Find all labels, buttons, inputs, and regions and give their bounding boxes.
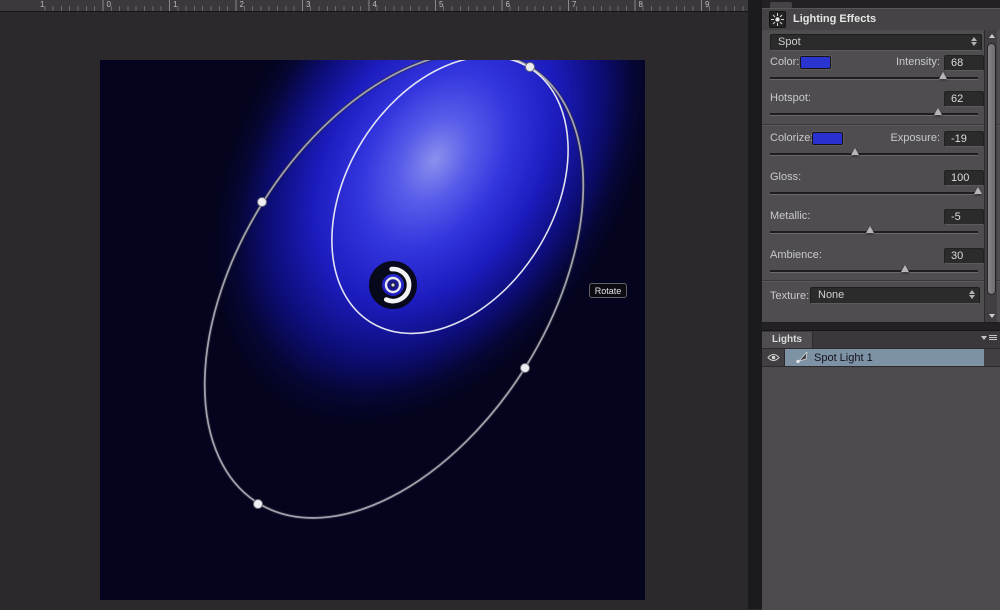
intensity-value[interactable]: 68	[944, 55, 984, 71]
metallic-slider-thumb[interactable]	[866, 226, 874, 233]
light-item-label: Spot Light 1	[814, 352, 873, 364]
metallic-value[interactable]: -5	[944, 209, 984, 225]
ruler-number: 3	[306, 0, 310, 9]
ruler-number: 9	[705, 0, 709, 9]
panel-title: Lighting Effects	[793, 13, 876, 25]
tab-lights[interactable]: Lights	[762, 332, 813, 348]
colorize-swatch[interactable]	[812, 132, 843, 145]
intensity-label: Intensity:	[896, 56, 940, 69]
ruler-number: 0	[107, 0, 111, 9]
lighting-effects-icon	[769, 11, 786, 28]
gloss-value[interactable]: 100	[944, 170, 984, 186]
panel-body: Spot Color: Intensity: 68 Hotspot: 62 Co…	[762, 30, 1000, 323]
light-list-row[interactable]: Spot Light 1	[762, 349, 1000, 367]
intensity-slider[interactable]	[770, 71, 978, 81]
light-type-value: Spot	[778, 36, 801, 48]
horizontal-ruler[interactable]: 1 0 1 2 3 4 5 6 7 8 9	[0, 0, 748, 12]
visibility-toggle[interactable]	[762, 349, 785, 367]
hotspot-slider-track[interactable]	[770, 113, 978, 116]
exposure-slider-track[interactable]	[770, 153, 978, 156]
panel-menu-button[interactable]	[981, 335, 997, 340]
gloss-label: Gloss:	[770, 171, 801, 184]
hotspot-slider-thumb[interactable]	[934, 108, 942, 115]
select-arrows-icon	[971, 37, 977, 46]
ruler-number: 4	[373, 0, 377, 9]
ruler-number: 5	[439, 0, 443, 9]
ellipse-handle-top[interactable]	[526, 63, 535, 72]
texture-label: Texture:	[770, 290, 809, 303]
exposure-value[interactable]: -19	[944, 131, 984, 147]
menu-lines-icon	[989, 335, 997, 340]
color-label: Color:	[770, 56, 799, 69]
panel-scrollbar[interactable]	[984, 30, 997, 322]
arrow-up-icon	[989, 34, 995, 38]
spot-light-icon	[795, 352, 808, 364]
intensity-slider-thumb[interactable]	[939, 72, 947, 79]
light-preview	[100, 60, 645, 600]
light-center-control[interactable]	[376, 268, 411, 303]
metallic-label: Metallic:	[770, 210, 810, 223]
gloss-slider-thumb[interactable]	[974, 187, 982, 194]
ambience-slider[interactable]	[770, 264, 978, 274]
ellipse-handle-left[interactable]	[258, 198, 267, 207]
panel-dock-divider	[748, 0, 762, 609]
scroll-down-button[interactable]	[985, 310, 998, 322]
gloss-slider[interactable]	[770, 186, 978, 196]
ambience-label: Ambience:	[770, 249, 822, 262]
lights-panel: Lights Spot Light 1	[762, 330, 1000, 610]
ambience-value[interactable]: 30	[944, 248, 984, 264]
hotspot-value[interactable]: 62	[944, 91, 984, 107]
ellipse-handle-right[interactable]	[521, 364, 530, 373]
scrollbar-thumb[interactable]	[987, 43, 996, 295]
ruler-number: 2	[240, 0, 244, 9]
ruler-number: 1	[173, 0, 177, 9]
eye-icon	[767, 353, 780, 362]
texture-select[interactable]: None	[810, 287, 980, 304]
texture-value: None	[818, 289, 844, 301]
exposure-slider-thumb[interactable]	[851, 148, 859, 155]
ruler-number: 7	[572, 0, 576, 9]
lights-tab-bar: Lights	[762, 331, 1000, 349]
center-dot-icon	[391, 283, 395, 287]
chevron-down-icon	[981, 336, 987, 340]
photoshop-lighting-effects-workspace: { "ruler": { "labels": ["1","0","1","2",…	[0, 0, 1000, 609]
colorize-label: Colorize:	[770, 132, 813, 145]
rotate-tooltip: Rotate	[589, 283, 627, 298]
light-row-end	[984, 349, 1000, 367]
ambience-slider-track[interactable]	[770, 270, 978, 273]
intensity-slider-track[interactable]	[770, 77, 978, 80]
canvas-document[interactable]	[100, 60, 645, 600]
section-divider	[762, 124, 1000, 126]
lighting-effects-panel: Lighting Effects Spot Color: Intensity: …	[762, 0, 1000, 609]
arrow-down-icon	[989, 314, 995, 318]
ambience-slider-thumb[interactable]	[901, 265, 909, 272]
ruler-number: 8	[639, 0, 643, 9]
spot-light-glow	[100, 60, 645, 600]
hotspot-label: Hotspot:	[770, 92, 811, 105]
panel-tab-notch	[770, 2, 792, 8]
ruler-number: 1	[40, 0, 44, 9]
metallic-slider-track[interactable]	[770, 231, 978, 234]
panel-header: Lighting Effects	[762, 9, 1000, 31]
scroll-up-button[interactable]	[985, 30, 998, 42]
hotspot-slider[interactable]	[770, 107, 978, 117]
ellipse-handle-bottom[interactable]	[254, 500, 263, 509]
section-divider	[762, 280, 1000, 282]
gloss-slider-track[interactable]	[770, 192, 978, 195]
light-type-select[interactable]: Spot	[770, 34, 982, 51]
color-swatch[interactable]	[800, 56, 831, 69]
select-arrows-icon	[969, 290, 975, 299]
light-item-selected[interactable]: Spot Light 1	[785, 349, 984, 367]
ruler-number: 6	[506, 0, 510, 9]
metallic-slider[interactable]	[770, 225, 978, 235]
exposure-slider[interactable]	[770, 147, 978, 157]
exposure-label: Exposure:	[890, 132, 940, 145]
panel-tab-strip	[762, 0, 1000, 9]
